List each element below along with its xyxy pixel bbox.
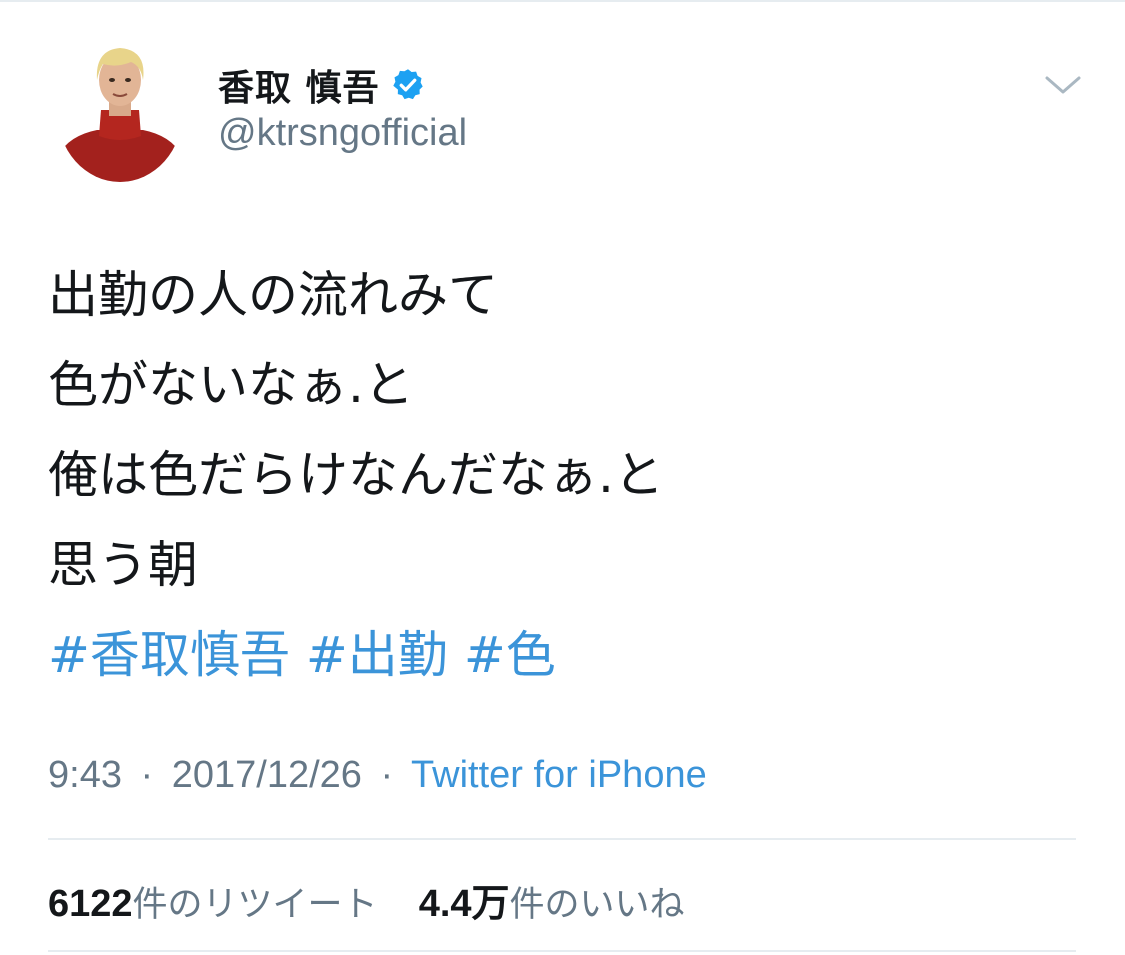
tweet-detail: 香取 慎吾 @ktrsngofficial 出勤の人の流れみて 色がないなぁ.と…: [0, 0, 1125, 955]
tweet-meta: 9:43 · 2017/12/26 · Twitter for iPhone: [48, 754, 707, 797]
tweet-source-link[interactable]: Twitter for iPhone: [411, 754, 707, 796]
tweet-text-line: 思う朝: [48, 536, 198, 594]
avatar-photo-icon: [57, 40, 183, 182]
tweet-time: 9:43: [48, 754, 122, 796]
verified-badge-icon: [390, 67, 426, 103]
tweet-date: 2017/12/26: [171, 754, 362, 796]
tweet-text-line: 出勤の人の流れみて: [48, 266, 498, 324]
tweet-text: 出勤の人の流れみて 色がないなぁ.と 俺は色だらけなんだなぁ.と 思う朝 #香取…: [48, 250, 1088, 700]
display-name-row[interactable]: 香取 慎吾: [218, 59, 426, 111]
user-handle[interactable]: @ktrsngofficial: [218, 112, 467, 155]
tweet-text-line: 色がないなぁ.と: [48, 356, 414, 414]
meta-separator: ·: [380, 754, 394, 796]
retweets-label: 件のリツイート: [132, 885, 378, 925]
likes-count: 4.4万: [418, 883, 510, 925]
hashtag-link[interactable]: #出勤: [306, 626, 448, 684]
display-name[interactable]: 香取 慎吾: [218, 59, 380, 111]
divider: [48, 950, 1076, 952]
hashtag-link[interactable]: #香取慎吾: [48, 626, 290, 684]
likes-stat[interactable]: 4.4万件のいいね: [419, 872, 685, 927]
meta-separator: ·: [140, 754, 154, 796]
tweet-text-line: 俺は色だらけなんだなぁ.と: [48, 446, 664, 504]
tweet-stats: 6122件のリツイート 4.4万件のいいね: [48, 872, 715, 927]
retweets-count: 6122: [48, 883, 133, 925]
top-divider: [0, 0, 1125, 2]
avatar[interactable]: [57, 40, 183, 182]
hashtag-link[interactable]: #色: [464, 626, 556, 684]
hashtag-list: #香取慎吾 #出勤 #色: [48, 610, 1088, 700]
retweets-stat[interactable]: 6122件のリツイート: [48, 876, 378, 927]
chevron-down-icon[interactable]: [1042, 68, 1084, 100]
likes-label: 件のいいね: [509, 885, 685, 925]
divider: [48, 838, 1076, 840]
